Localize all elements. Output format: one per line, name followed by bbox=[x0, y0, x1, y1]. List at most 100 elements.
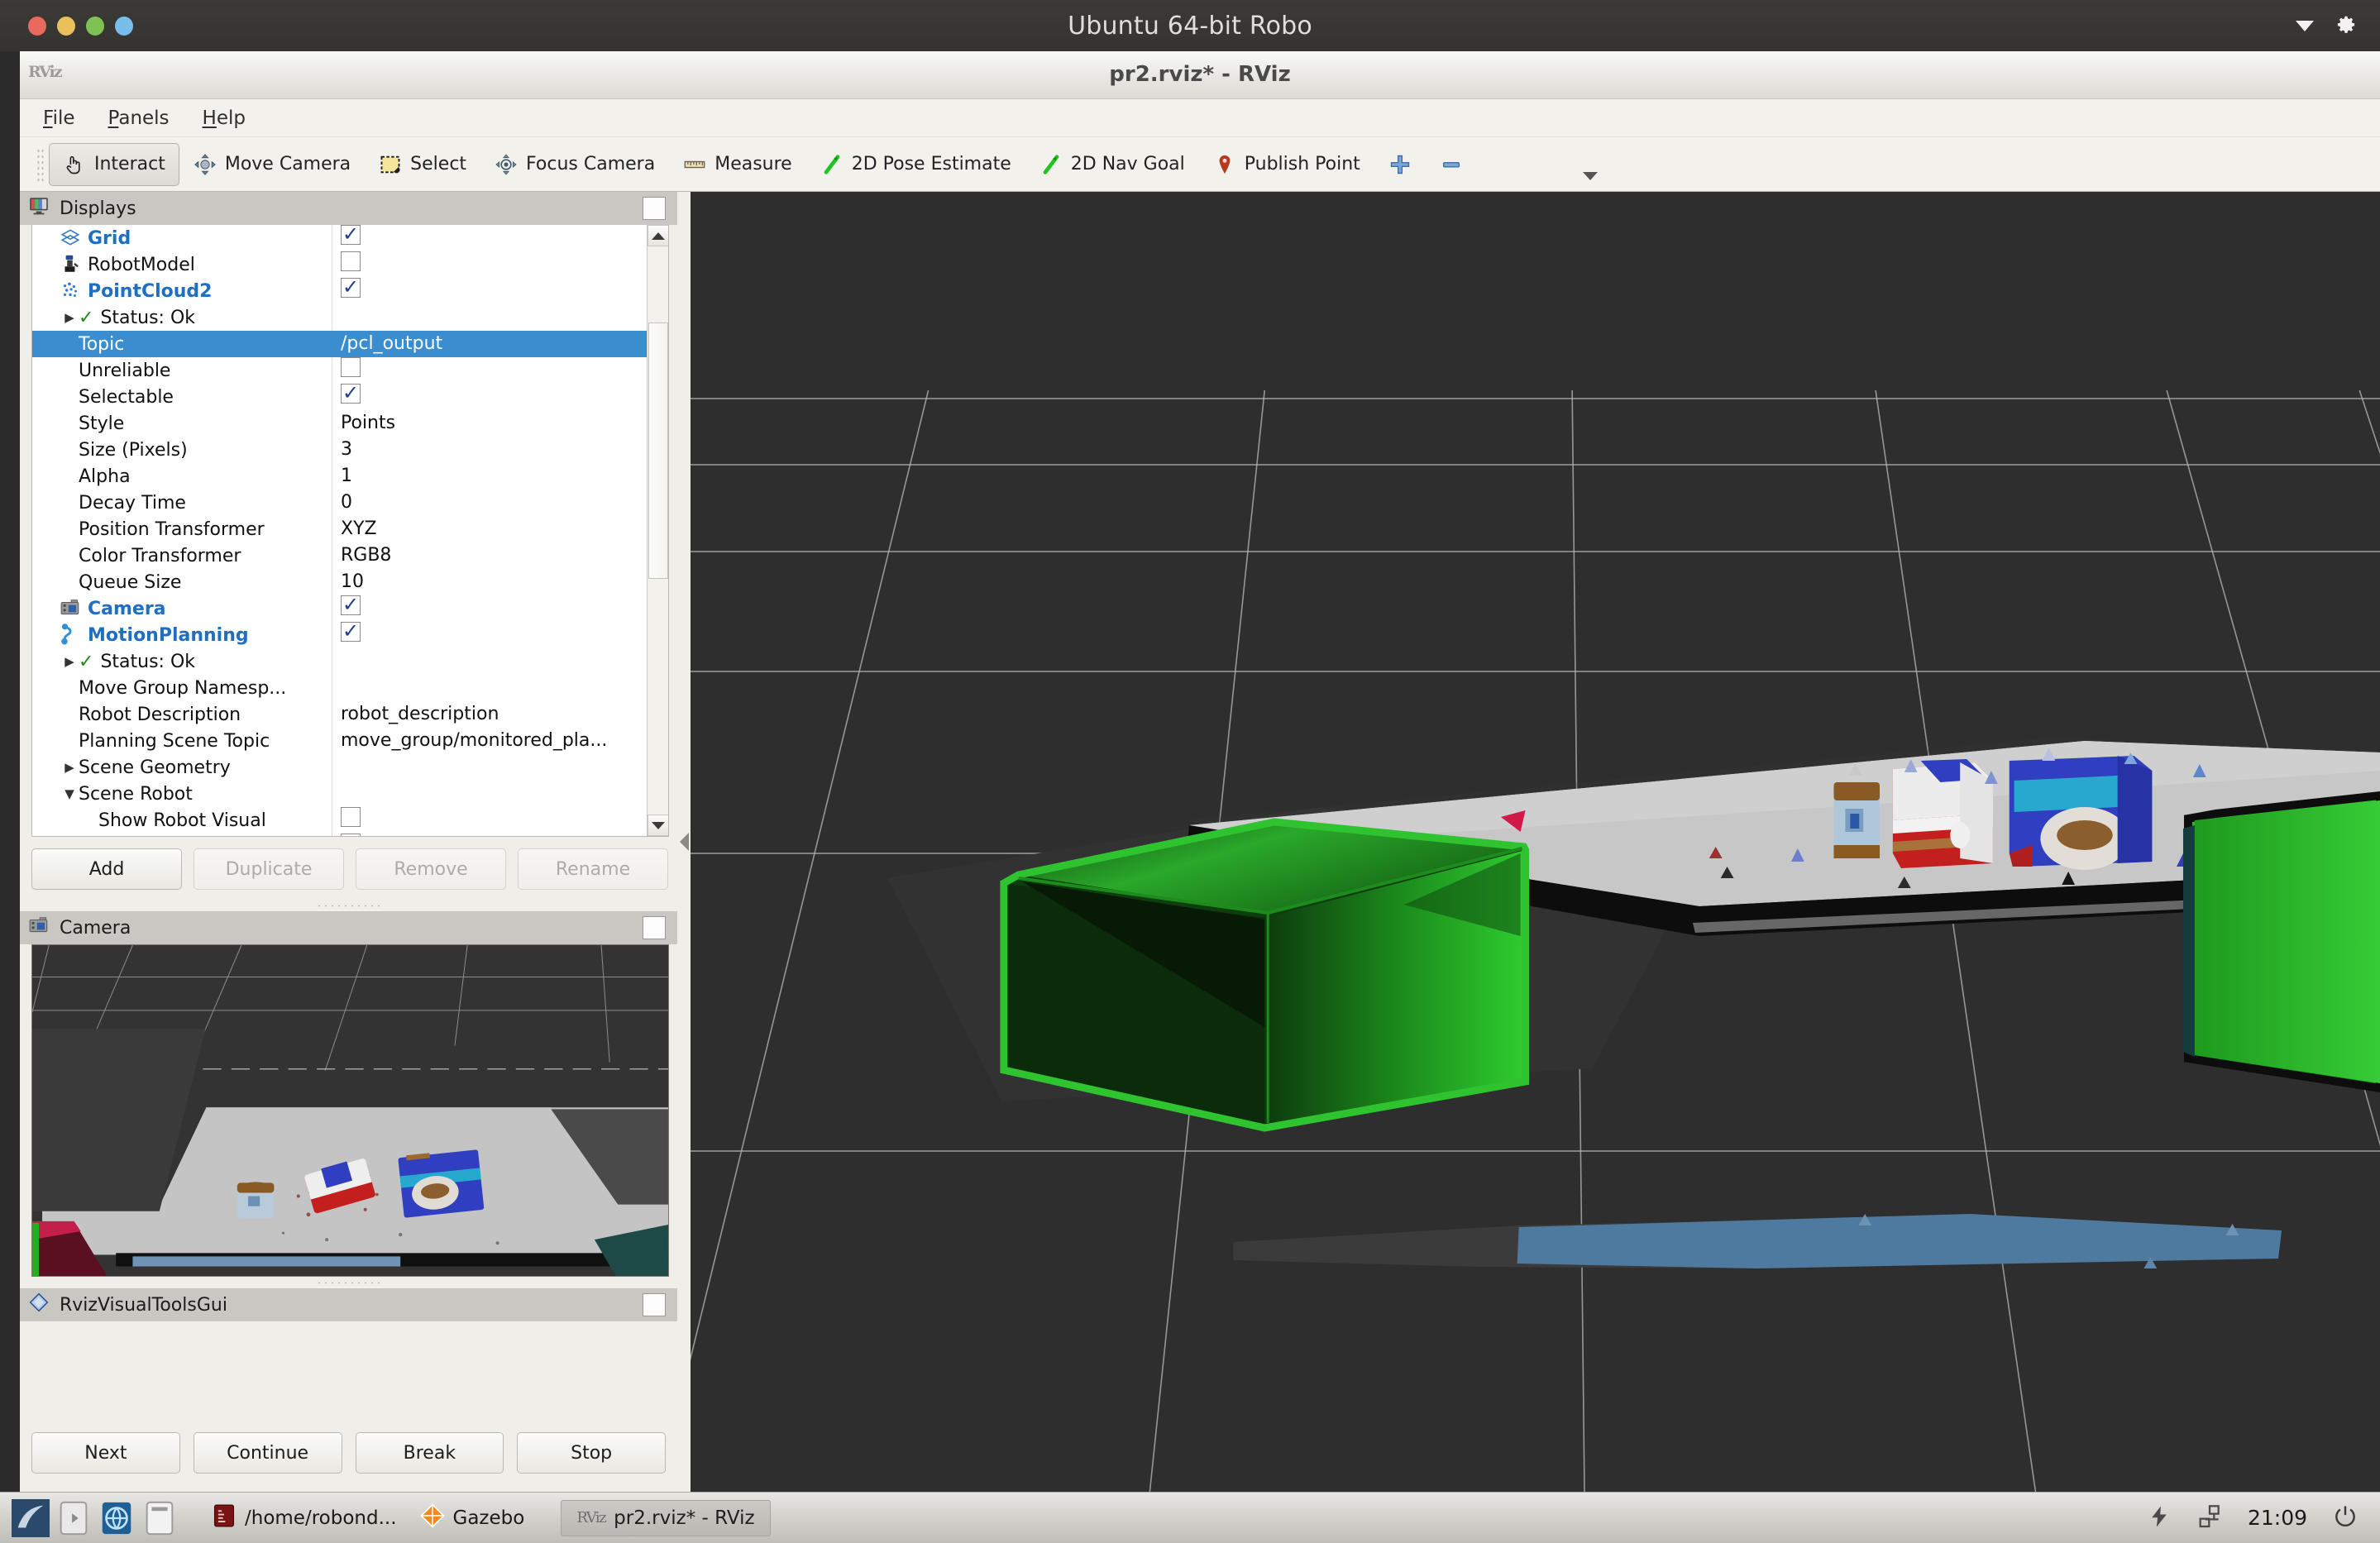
network-connection-icon[interactable] bbox=[2196, 1503, 2223, 1533]
display-tree-row-value[interactable] bbox=[332, 622, 647, 648]
display-tree-row-value[interactable]: 0 bbox=[332, 490, 647, 516]
panel-close-icon[interactable] bbox=[643, 1293, 666, 1316]
expand-right-icon[interactable]: ▶ bbox=[60, 654, 79, 669]
files-icon[interactable] bbox=[55, 1499, 93, 1537]
display-tree-row[interactable]: Unreliable bbox=[32, 357, 647, 384]
scroll-down-button[interactable] bbox=[648, 814, 669, 836]
display-tree-row[interactable]: ▶✓Status: Ok bbox=[32, 304, 647, 331]
display-tree-row-value[interactable]: robot_description bbox=[332, 701, 647, 728]
scrollbar-thumb[interactable] bbox=[648, 322, 668, 579]
display-tree-row-value[interactable] bbox=[332, 251, 647, 278]
task-gazebo[interactable]: Gazebo bbox=[418, 1502, 525, 1535]
display-tree-row[interactable]: Camera bbox=[32, 595, 647, 622]
display-tree-row[interactable]: Alpha1 bbox=[32, 463, 647, 490]
clock[interactable]: 21:09 bbox=[2248, 1506, 2307, 1530]
display-tree-row-value[interactable]: 1 bbox=[332, 463, 647, 490]
duplicate-display-button[interactable]: Duplicate bbox=[194, 848, 344, 890]
tool-interact[interactable]: Interact bbox=[49, 143, 179, 186]
camera-render-view[interactable] bbox=[31, 944, 669, 1277]
display-tree-row-value[interactable]: /pcl_output bbox=[332, 331, 647, 357]
display-tree-row[interactable]: Grid bbox=[32, 225, 647, 251]
display-tree-row[interactable]: Selectable bbox=[32, 384, 647, 410]
display-tree-row[interactable]: ▶✓Status: Ok bbox=[32, 648, 647, 675]
taskbar-launchers[interactable] bbox=[0, 1499, 179, 1537]
display-enable-checkbox[interactable] bbox=[341, 251, 361, 271]
display-enable-checkbox[interactable] bbox=[341, 384, 361, 404]
display-enable-checkbox[interactable] bbox=[341, 278, 361, 298]
dock-view-splitter[interactable] bbox=[677, 192, 691, 1492]
power-bolt-icon[interactable] bbox=[2147, 1504, 2172, 1532]
stop-button[interactable]: Stop bbox=[517, 1432, 666, 1474]
toolbar-overflow-chevron-down-icon[interactable] bbox=[1583, 172, 1598, 180]
displays-scrollbar[interactable] bbox=[647, 225, 668, 836]
display-tree-row[interactable]: MotionPlanning bbox=[32, 622, 647, 648]
continue-button[interactable]: Continue bbox=[194, 1432, 342, 1474]
display-enable-checkbox[interactable] bbox=[341, 595, 361, 615]
taskbar-tray[interactable]: 21:09 bbox=[2147, 1503, 2380, 1533]
toolbar[interactable]: Interact Move Camera S bbox=[20, 137, 2380, 192]
gear-icon[interactable] bbox=[2335, 15, 2357, 36]
display-enable-checkbox[interactable] bbox=[341, 225, 361, 245]
display-tree-row[interactable]: Show Robot Visual bbox=[32, 807, 647, 834]
display-tree-row-value[interactable]: 10 bbox=[332, 569, 647, 595]
menu-help[interactable]: Help bbox=[203, 107, 246, 129]
expand-right-icon[interactable]: ▶ bbox=[60, 760, 79, 775]
display-tree-row[interactable]: StylePoints bbox=[32, 410, 647, 437]
display-tree-row[interactable]: Show Robot Collisi bbox=[32, 834, 647, 837]
display-tree-row[interactable]: Queue Size10 bbox=[32, 569, 647, 595]
tool-select[interactable]: Select bbox=[365, 143, 480, 186]
display-tree-row-value[interactable]: XYZ bbox=[332, 516, 647, 542]
display-tree-row-value[interactable] bbox=[332, 225, 647, 251]
display-tree-row[interactable]: ▼Scene Robot bbox=[32, 781, 647, 807]
window-list-icon[interactable] bbox=[141, 1499, 179, 1537]
tool-move-camera[interactable]: Move Camera bbox=[179, 143, 365, 186]
display-tree-row-value[interactable]: move_group/monitored_pla... bbox=[332, 728, 647, 754]
toolbar-drag-handle[interactable] bbox=[36, 148, 44, 181]
add-display-button[interactable]: Add bbox=[31, 848, 182, 890]
display-tree-row-value[interactable]: Points bbox=[332, 410, 647, 437]
display-tree-row[interactable]: Move Group Namesp... bbox=[32, 675, 647, 701]
remove-display-button[interactable]: Remove bbox=[356, 848, 506, 890]
display-tree-row[interactable]: Position TransformerXYZ bbox=[32, 516, 647, 542]
task-rviz-active-window[interactable]: RViz pr2.rviz* - RViz bbox=[561, 1500, 770, 1536]
display-tree-row-value[interactable]: 3 bbox=[332, 437, 647, 463]
remove-tool-button[interactable] bbox=[1426, 143, 1477, 186]
ubuntu-logo-icon[interactable] bbox=[12, 1499, 50, 1537]
tool-measure[interactable]: Measure bbox=[669, 143, 806, 186]
display-tree-row-value[interactable] bbox=[332, 357, 647, 384]
display-tree-row-value[interactable] bbox=[332, 807, 647, 834]
panel-close-icon[interactable] bbox=[643, 916, 666, 939]
collapse-dock-arrow-icon[interactable] bbox=[680, 833, 689, 851]
display-tree-row[interactable]: Color TransformerRGB8 bbox=[32, 542, 647, 569]
display-tree-row[interactable]: Decay Time0 bbox=[32, 490, 647, 516]
taskbar[interactable]: /home/robond... Gazebo RViz pr2.rviz* - … bbox=[0, 1492, 2380, 1543]
tool-publish-point[interactable]: Publish Point bbox=[1199, 143, 1374, 186]
display-tree-row-value[interactable]: RGB8 bbox=[332, 542, 647, 569]
dock-splitter-handle-bottom[interactable] bbox=[20, 1277, 677, 1288]
display-tree-row-value[interactable] bbox=[332, 278, 647, 304]
collapse-down-icon[interactable]: ▼ bbox=[60, 786, 79, 801]
menu-file[interactable]: FFileile bbox=[43, 107, 75, 129]
dock-splitter-handle-top[interactable] bbox=[20, 900, 677, 911]
display-enable-checkbox[interactable] bbox=[341, 357, 361, 377]
break-button[interactable]: Break bbox=[356, 1432, 504, 1474]
display-tree-row[interactable]: RobotModel bbox=[32, 251, 647, 278]
render-view-3d[interactable] bbox=[691, 192, 2380, 1492]
tool-focus-camera[interactable]: Focus Camera bbox=[480, 143, 669, 186]
task-terminal[interactable]: /home/robond... bbox=[210, 1502, 397, 1535]
display-tree-row[interactable]: Size (Pixels)3 bbox=[32, 437, 647, 463]
display-tree-row[interactable]: ▶Scene Geometry bbox=[32, 754, 647, 781]
scroll-up-button[interactable] bbox=[648, 225, 669, 246]
display-tree-row-value[interactable] bbox=[332, 834, 647, 837]
menu-panels[interactable]: Panels bbox=[108, 107, 170, 129]
tool-2d-pose-estimate[interactable]: 2D Pose Estimate bbox=[806, 143, 1025, 186]
display-tree-row-value[interactable] bbox=[332, 384, 647, 410]
display-tree-row-value[interactable] bbox=[332, 595, 647, 622]
tool-2d-nav-goal[interactable]: 2D Nav Goal bbox=[1025, 143, 1199, 186]
display-enable-checkbox[interactable] bbox=[341, 807, 361, 827]
display-enable-checkbox[interactable] bbox=[341, 834, 361, 837]
rename-display-button[interactable]: Rename bbox=[518, 848, 668, 890]
network-globe-icon[interactable] bbox=[98, 1499, 136, 1537]
add-tool-button[interactable] bbox=[1374, 143, 1426, 186]
power-icon[interactable] bbox=[2332, 1503, 2358, 1533]
